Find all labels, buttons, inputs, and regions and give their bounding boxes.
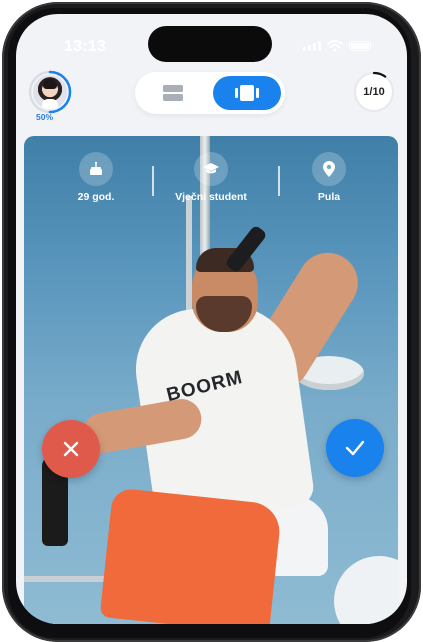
profile-avatar-button[interactable]: [28, 70, 72, 114]
graduation-cap-icon: [194, 152, 228, 186]
swipe-counter: 1/10: [352, 70, 396, 114]
check-icon: [345, 440, 365, 456]
status-icons: [303, 40, 371, 51]
wifi-icon: [327, 40, 343, 51]
signal-icon: [303, 41, 321, 51]
cards-view-button[interactable]: [213, 76, 281, 110]
photo-shorts: [99, 487, 283, 624]
close-icon: [63, 441, 79, 457]
app-screen: 13:13 50% 1/10 BOORM 29 god. Vječni stud…: [16, 14, 407, 624]
stat-age-label: 29 god.: [77, 191, 115, 203]
list-view-button[interactable]: [139, 76, 207, 110]
counter-label: 1/10: [363, 86, 385, 98]
reject-button[interactable]: [42, 420, 100, 478]
photo-dome: [334, 556, 398, 624]
stat-education: Vječni student: [156, 152, 266, 203]
avatar: [33, 75, 67, 109]
stat-divider: [152, 166, 154, 196]
accept-button[interactable]: [326, 419, 384, 477]
dynamic-island: [148, 26, 272, 62]
list-icon: [163, 85, 183, 101]
profile-progress-label: 50%: [36, 112, 54, 122]
stat-age: 29 god.: [41, 152, 151, 203]
battery-icon: [349, 41, 371, 51]
stat-location: Pula: [274, 152, 384, 203]
stat-location-label: Pula: [317, 191, 341, 203]
location-pin-icon: [312, 152, 346, 186]
view-toggle: [135, 72, 285, 114]
status-time: 13:13: [64, 38, 106, 55]
profile-card[interactable]: BOORM 29 god. Vječni student Pula: [24, 136, 398, 624]
stat-education-label: Vječni student: [175, 191, 247, 203]
cards-icon: [235, 85, 259, 101]
cake-icon: [79, 152, 113, 186]
profile-stats: 29 god. Vječni student Pula: [24, 152, 398, 212]
